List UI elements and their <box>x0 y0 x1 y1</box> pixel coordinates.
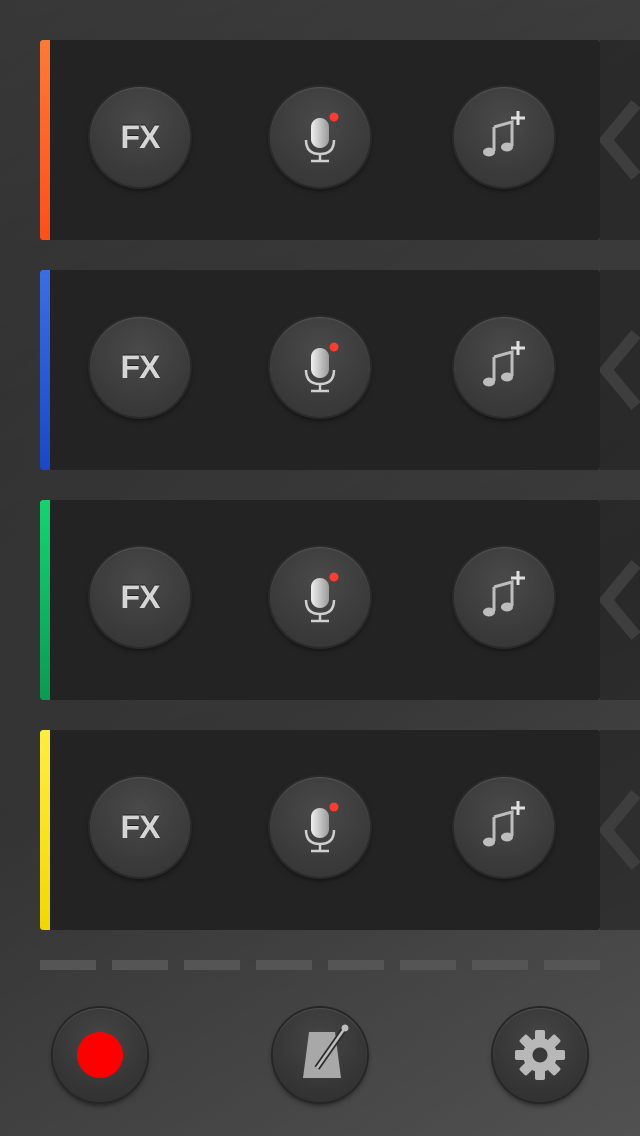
pager-segment[interactable] <box>328 960 384 970</box>
track-3-color-stripe <box>40 500 50 700</box>
pager-segment[interactable] <box>544 960 600 970</box>
add-music-icon <box>483 801 525 847</box>
track-3-mic-button[interactable] <box>270 547 370 647</box>
track-2-add-music-button[interactable] <box>454 317 554 417</box>
app-screen: { "tracks": [ {"name": "track-1", "color… <box>0 0 640 1136</box>
microphone-icon <box>304 802 339 853</box>
add-music-icon <box>483 571 525 617</box>
track-4-add-music-button[interactable] <box>454 777 554 877</box>
microphone-icon <box>304 342 339 393</box>
metronome-button[interactable] <box>273 1008 367 1102</box>
microphone-icon <box>304 572 339 623</box>
track-2-fx-button[interactable]: FX <box>90 317 190 417</box>
pager-segment[interactable] <box>112 960 168 970</box>
pager-segment[interactable] <box>400 960 456 970</box>
track-2-collapse-chevron-icon[interactable] <box>598 330 640 410</box>
record-button[interactable] <box>53 1008 147 1102</box>
track-1-collapse-chevron-icon[interactable] <box>598 100 640 180</box>
track-1-fx-button[interactable]: FX <box>90 87 190 187</box>
track-2-mic-button[interactable] <box>270 317 370 417</box>
microphone-icon <box>304 112 339 163</box>
settings-button[interactable] <box>493 1008 587 1102</box>
record-icon <box>77 1032 123 1078</box>
metronome-icon <box>303 1024 349 1078</box>
track-4-fx-button[interactable]: FX <box>90 777 190 877</box>
track-2: FX <box>40 270 600 470</box>
track-1-add-music-button[interactable] <box>454 87 554 187</box>
fx-icon: FX <box>120 579 161 615</box>
gear-icon <box>515 1030 565 1080</box>
track-1-color-stripe <box>40 40 50 240</box>
pager-segment[interactable] <box>472 960 528 970</box>
track-4-collapse-chevron-icon[interactable] <box>598 790 640 870</box>
track-1: FX <box>40 40 600 240</box>
track-4-color-stripe <box>40 730 50 930</box>
pager-segment[interactable] <box>256 960 312 970</box>
track-2-color-stripe <box>40 270 50 470</box>
pager-segment[interactable] <box>184 960 240 970</box>
track-1-mic-button[interactable] <box>270 87 370 187</box>
track-4-mic-button[interactable] <box>270 777 370 877</box>
fx-icon: FX <box>120 349 161 385</box>
track-3-fx-button[interactable]: FX <box>90 547 190 647</box>
add-music-icon <box>483 111 525 157</box>
pager-segment[interactable] <box>40 960 96 970</box>
fx-icon: FX <box>120 119 161 155</box>
track-3-add-music-button[interactable] <box>454 547 554 647</box>
track-3-collapse-chevron-icon[interactable] <box>598 560 640 640</box>
track-4: FX <box>40 730 600 930</box>
add-music-icon <box>483 341 525 387</box>
fx-icon: FX <box>120 809 161 845</box>
track-3: FX <box>40 500 600 700</box>
